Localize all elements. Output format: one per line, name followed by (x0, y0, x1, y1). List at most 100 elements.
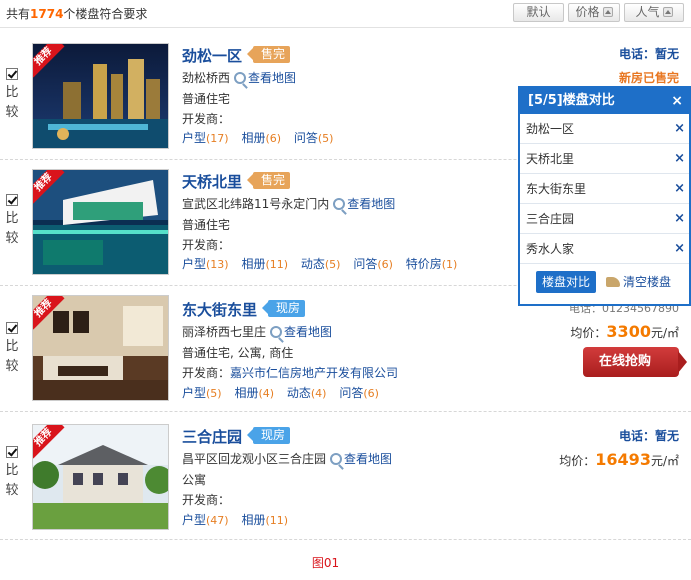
listing-links: 户型(17) 相册(6) 问答(5) (182, 131, 334, 145)
compare-checkbox[interactable] (6, 194, 18, 206)
recommend-badge: 推荐 (33, 425, 69, 461)
result-bar: 共有1774个楼盘符合要求 默认 价格 人气 (0, 0, 691, 28)
compare-label: 比较 (5, 463, 19, 498)
compare-panel-footer: 楼盘对比 清空楼盘 (520, 264, 689, 304)
listing-title[interactable]: 三合庄园 (182, 426, 242, 447)
listing-photo[interactable]: 推荐 (32, 169, 169, 275)
listing-links: 户型(47) 相册(11) (182, 513, 289, 527)
sort-arrow-icon (602, 7, 613, 17)
sort-popularity-button[interactable]: 人气 (624, 3, 684, 22)
property-type: 普通住宅 (182, 92, 231, 106)
remove-icon[interactable]: × (674, 144, 685, 174)
close-icon[interactable]: × (671, 88, 683, 114)
map-search-icon (270, 326, 283, 338)
sold-out-notice: 新房已售完 (618, 71, 679, 85)
listing-title[interactable]: 天桥北里 (182, 171, 242, 192)
average-price: 均价：16493元/㎡ (559, 450, 679, 469)
link-special-price[interactable]: 特价房 (406, 257, 442, 271)
compare-toggle[interactable]: 比较 (4, 68, 22, 123)
link-album[interactable]: 相册 (234, 386, 258, 400)
remove-icon[interactable]: × (674, 174, 685, 204)
link-floorplans[interactable]: 户型 (182, 257, 206, 271)
compare-label: 比较 (5, 85, 19, 120)
link-floorplans[interactable]: 户型 (182, 513, 206, 527)
listing-address-line: 劲松桥西 查看地图 (182, 71, 297, 85)
map-link[interactable]: 查看地图 (344, 452, 392, 466)
buy-online-button[interactable]: 在线抢购 (583, 347, 687, 377)
listing-photo[interactable]: 推荐 (32, 295, 169, 401)
developer-link[interactable]: 嘉兴市仁信房地产开发有限公司 (230, 366, 398, 380)
property-type: 普通住宅 (182, 218, 231, 232)
sort-default-button[interactable]: 默认 (513, 3, 564, 22)
status-tag: 售完 (246, 46, 291, 63)
property-type: 普通住宅, 公寓, 商住 (182, 346, 294, 360)
developer-line: 开发商： (182, 493, 231, 507)
compare-toggle[interactable]: 比较 (4, 322, 22, 377)
status-tag: 售完 (246, 172, 291, 189)
status-tag: 现房 (246, 427, 291, 444)
compare-item: 三合庄园 × (520, 204, 689, 234)
compare-item: 劲松一区 × (520, 114, 689, 144)
compare-toggle[interactable]: 比较 (4, 194, 22, 249)
clear-compare-button[interactable]: 清空楼盘 (606, 273, 671, 290)
listing-address-line: 昌平区回龙观小区三合庄园 查看地图 (182, 452, 393, 466)
compare-label: 比较 (5, 339, 19, 374)
developer-line: 开发商： (182, 238, 231, 252)
listing-photo[interactable]: 推荐 (32, 424, 169, 530)
map-link[interactable]: 查看地图 (284, 325, 332, 339)
listing-links: 户型(5) 相册(4) 动态(4) 问答(6) (182, 386, 379, 400)
compare-checkbox[interactable] (6, 68, 18, 80)
status-tag: 现房 (261, 300, 306, 317)
link-news[interactable]: 动态 (287, 386, 311, 400)
compare-item: 天桥北里 × (520, 144, 689, 174)
recommend-badge: 推荐 (33, 296, 69, 332)
recommend-badge: 推荐 (33, 170, 69, 206)
listing-address-line: 宣武区北纬路11号永定门内 查看地图 (182, 197, 396, 211)
compare-checkbox[interactable] (6, 446, 18, 458)
figure-caption: 图01 (311, 556, 340, 570)
map-search-icon (234, 72, 247, 84)
map-search-icon (333, 198, 346, 210)
listing-title[interactable]: 东大街东里 (182, 299, 257, 320)
link-album[interactable]: 相册 (241, 513, 265, 527)
recommend-badge: 推荐 (33, 44, 69, 80)
property-type: 公寓 (182, 473, 207, 487)
broom-icon (606, 277, 620, 287)
developer-line: 开发商：嘉兴市仁信房地产开发有限公司 (182, 366, 399, 380)
average-price: 均价：3300元/㎡ (570, 322, 679, 341)
listing-address-line: 丽泽桥西七里庄 查看地图 (182, 325, 333, 339)
compare-panel: [5/5]楼盘对比 × 劲松一区 × 天桥北里 × 东大街东里 × 三合庄园 × 秀水人… (518, 86, 691, 306)
remove-icon[interactable]: × (674, 114, 685, 144)
compare-panel-header: [5/5]楼盘对比 × (520, 88, 689, 114)
phone-info: 电话：暂无 (618, 47, 679, 61)
listing-title[interactable]: 劲松一区 (182, 45, 242, 66)
link-floorplans[interactable]: 户型 (182, 386, 206, 400)
link-album[interactable]: 相册 (241, 131, 265, 145)
compare-checkbox[interactable] (6, 322, 18, 334)
map-link[interactable]: 查看地图 (248, 71, 296, 85)
listing-row: 比较 推荐 三合庄园 现房 昌平区回龙观小区三合庄园 查看地图 公寓 开发商： 户… (0, 412, 691, 540)
developer-line: 开发商： (182, 112, 231, 126)
phone-info: 电话：暂无 (618, 429, 679, 443)
compare-item: 秀水人家 × (520, 234, 689, 264)
link-album[interactable]: 相册 (241, 257, 265, 271)
link-qa[interactable]: 问答 (353, 257, 377, 271)
result-count: 共有1774个楼盘符合要求 (6, 7, 148, 21)
map-search-icon (330, 453, 343, 465)
compare-toggle[interactable]: 比较 (4, 446, 22, 501)
compare-label: 比较 (5, 211, 19, 246)
map-link[interactable]: 查看地图 (347, 197, 395, 211)
compare-panel-title: [5/5]楼盘对比 (528, 93, 615, 108)
sort-arrow-icon (662, 7, 673, 17)
listing-links: 户型(13) 相册(11) 动态(5) 问答(6) 特价房(1) (182, 257, 458, 271)
compare-item: 东大街东里 × (520, 174, 689, 204)
listing-photo[interactable]: 推荐 (32, 43, 169, 149)
remove-icon[interactable]: × (674, 234, 685, 264)
link-qa[interactable]: 问答 (339, 386, 363, 400)
link-news[interactable]: 动态 (301, 257, 325, 271)
remove-icon[interactable]: × (674, 204, 685, 234)
link-floorplans[interactable]: 户型 (182, 131, 206, 145)
link-qa[interactable]: 问答 (294, 131, 318, 145)
compare-button[interactable]: 楼盘对比 (536, 271, 596, 293)
sort-price-button[interactable]: 价格 (568, 3, 620, 22)
